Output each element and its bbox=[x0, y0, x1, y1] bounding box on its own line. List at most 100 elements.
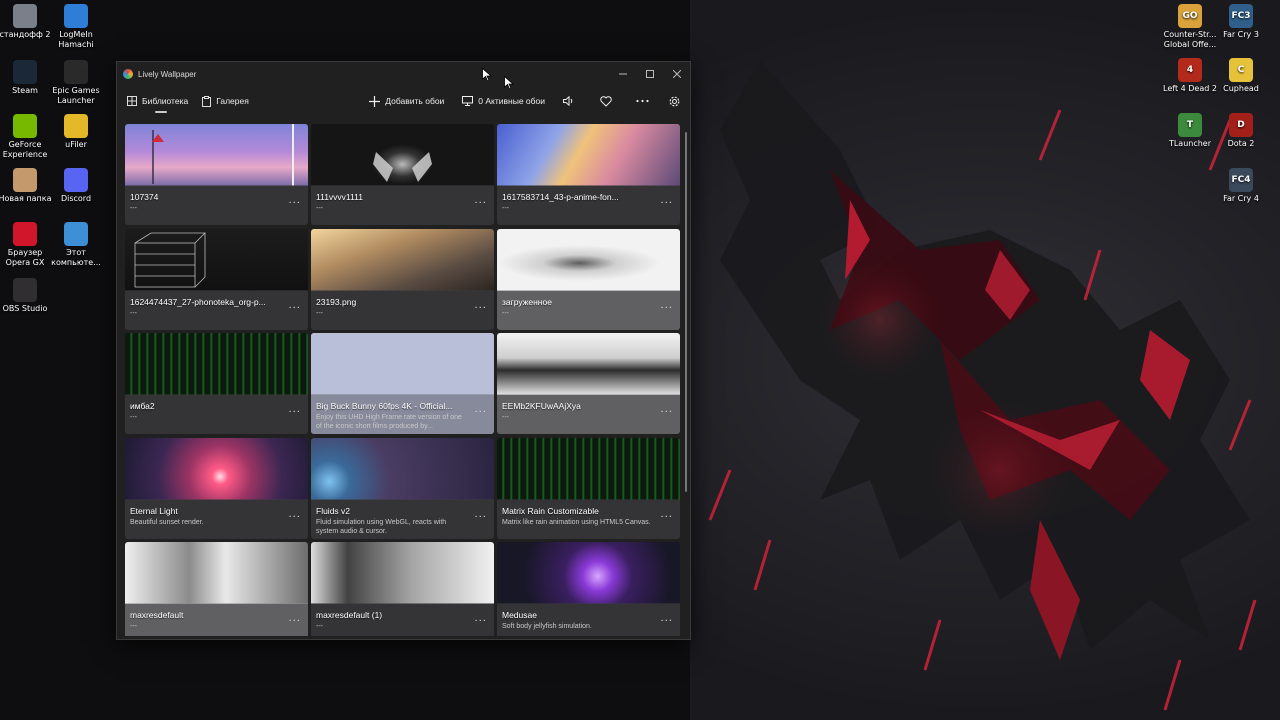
wallpaper-thumbnail bbox=[497, 124, 680, 186]
mouse-cursor-icon bbox=[482, 68, 492, 82]
cuphead-icon: C bbox=[1229, 58, 1253, 82]
card-more-button[interactable]: ··· bbox=[288, 198, 301, 209]
card-more-button[interactable]: ··· bbox=[474, 407, 487, 418]
wallpaper-description: --- bbox=[502, 414, 509, 421]
close-icon bbox=[672, 70, 681, 78]
mask-graphic bbox=[373, 152, 432, 182]
card-more-button[interactable]: ··· bbox=[288, 512, 301, 523]
recycle-bin-icon bbox=[13, 4, 37, 28]
l4d2-icon: 4 bbox=[1178, 58, 1202, 82]
card-more-button[interactable]: ··· bbox=[474, 198, 487, 209]
maximize-icon bbox=[645, 70, 654, 78]
wallpaper-thumbnail bbox=[497, 542, 680, 604]
settings-button[interactable] bbox=[669, 96, 680, 107]
wallpaper-description: Matrix like rain animation using HTML5 C… bbox=[502, 518, 651, 526]
wallpaper-title: maxresdefault bbox=[130, 610, 184, 620]
card-more-button[interactable]: ··· bbox=[474, 616, 487, 627]
wallpaper-thumbnail bbox=[497, 437, 680, 500]
more-options-button[interactable] bbox=[636, 99, 649, 103]
desktop-icon-ufiler[interactable]: uFiler bbox=[46, 114, 106, 150]
desktop-icon-cuphead[interactable]: C Cuphead bbox=[1211, 58, 1271, 94]
card-more-button[interactable]: ··· bbox=[474, 512, 487, 523]
maximize-button[interactable] bbox=[636, 62, 663, 86]
desktop-icon-label: Discord bbox=[60, 194, 92, 203]
wallpaper-title: 111vvvv1111 bbox=[316, 192, 363, 202]
desktop-icon-label: Cuphead bbox=[1223, 84, 1259, 93]
card-more-button[interactable]: ··· bbox=[660, 303, 673, 314]
minimize-button[interactable] bbox=[609, 62, 636, 86]
card-more-button[interactable]: ··· bbox=[660, 407, 673, 418]
wallpaper-thumbnail bbox=[311, 333, 494, 395]
wallpaper-description: Soft body jellyfish simulation. bbox=[502, 623, 592, 630]
wallpaper-card[interactable]: загруженное --- ··· bbox=[497, 228, 680, 330]
card-more-button[interactable]: ··· bbox=[660, 616, 673, 627]
wallpaper-title: EEMb2KFUwAAjXya bbox=[502, 401, 581, 411]
clipboard-icon bbox=[202, 95, 212, 107]
wallpaper-card[interactable]: 1624474437_27-phonoteka_org-p... --- ··· bbox=[125, 228, 308, 330]
card-more-button[interactable]: ··· bbox=[288, 407, 301, 418]
folder-icon bbox=[13, 168, 37, 192]
wallpaper-title: Eternal Light bbox=[130, 505, 178, 516]
discord-icon bbox=[64, 168, 88, 192]
wallpaper-thumbnail bbox=[125, 124, 308, 186]
desktop-icon-this-pc[interactable]: Этот компьюте... bbox=[46, 222, 106, 268]
minimize-icon bbox=[618, 73, 627, 75]
favorite-button[interactable] bbox=[600, 95, 612, 107]
window-title: Lively Wallpaper bbox=[138, 69, 197, 79]
add-wallpaper-label: Добавить обои bbox=[385, 96, 445, 106]
card-more-button[interactable]: ··· bbox=[660, 198, 673, 209]
desktop-icon-logmein[interactable]: LogMeIn Hamachi bbox=[46, 4, 106, 50]
wallpaper-card[interactable]: maxresdefault (1) --- ··· bbox=[311, 542, 494, 636]
tab-gallery[interactable]: Галерея bbox=[202, 86, 249, 116]
wallpaper-card[interactable]: 107374 --- ··· bbox=[125, 124, 308, 225]
wallpaper-card[interactable]: Medusae Soft body jellyfish simulation. ··… bbox=[497, 542, 680, 636]
wallpaper-card[interactable]: 111vvvv1111 --- ··· bbox=[311, 124, 494, 225]
wallpaper-description: --- bbox=[502, 205, 509, 212]
desktop-icon-discord[interactable]: Discord bbox=[46, 168, 106, 204]
hamachi-icon bbox=[64, 4, 88, 28]
heart-icon bbox=[600, 95, 612, 107]
wallpaper-title: Matrix Rain Customizable bbox=[502, 505, 599, 516]
wallpaper-card[interactable]: 23193.png --- ··· bbox=[311, 228, 494, 330]
card-more-button[interactable]: ··· bbox=[288, 303, 301, 314]
monitor-icon bbox=[462, 96, 474, 106]
wallpaper-title: загруженное bbox=[502, 296, 552, 307]
close-button[interactable] bbox=[663, 62, 690, 86]
gear-icon bbox=[669, 96, 680, 106]
card-more-button[interactable]: ··· bbox=[288, 616, 301, 627]
card-more-button[interactable]: ··· bbox=[660, 512, 673, 523]
wallpaper-card[interactable]: 1617583714_43-p-anime-fon... --- ··· bbox=[497, 124, 680, 225]
wallpaper-thumbnail bbox=[125, 333, 308, 395]
wallpaper-description: --- bbox=[130, 205, 137, 212]
wallpaper-title: 23193.png bbox=[316, 296, 357, 307]
wallpaper-card[interactable]: Big Buck Bunny 60fps 4K - Official... Enj… bbox=[311, 333, 494, 434]
card-more-button[interactable]: ··· bbox=[474, 303, 487, 314]
wallpaper-card[interactable]: Matrix Rain Customizable Matrix like rain… bbox=[497, 437, 680, 539]
farcry-icon: FC4 bbox=[1229, 168, 1253, 192]
desktop-icon-dota2[interactable]: D Dota 2 bbox=[1211, 113, 1271, 149]
wallpaper-description: --- bbox=[316, 309, 323, 317]
desktop-icon-farcry3[interactable]: FC3 Far Cry 3 bbox=[1211, 4, 1271, 40]
wallpaper-card[interactable]: maxresdefault --- ··· bbox=[125, 542, 308, 636]
scrollbar[interactable] bbox=[685, 132, 687, 492]
add-wallpaper-button[interactable]: Добавить обои bbox=[369, 95, 445, 107]
desktop-icon-label: Dota 2 bbox=[1227, 139, 1255, 148]
active-wallpapers-button[interactable]: 0 Активные обои bbox=[462, 96, 545, 106]
wallpaper-title: 107374 bbox=[130, 192, 159, 202]
wallpaper-card[interactable]: Fluids v2 Fluid simulation using WebGL, r… bbox=[311, 437, 494, 539]
mouse-cursor-icon bbox=[504, 76, 514, 90]
tab-library[interactable]: Библиотека bbox=[127, 86, 188, 116]
title-bar[interactable]: Lively Wallpaper bbox=[117, 62, 690, 86]
desktop-icon-label: LogMeIn Hamachi bbox=[58, 30, 94, 49]
wallpaper-title: Fluids v2 bbox=[316, 505, 351, 516]
plus-icon bbox=[369, 95, 381, 107]
desktop-icon-farcry4[interactable]: FC4 Far Cry 4 bbox=[1211, 168, 1271, 204]
wallpaper-card[interactable]: Eternal Light Beautiful sunset render. ··· bbox=[125, 437, 308, 539]
wallpaper-card[interactable]: имба2 --- ··· bbox=[125, 333, 308, 434]
speaker-icon bbox=[563, 96, 573, 106]
wallpaper-thumbnail bbox=[125, 437, 308, 500]
desktop-icon-epic[interactable]: Epic Games Launcher bbox=[46, 60, 106, 106]
wallpaper-card[interactable]: EEMb2KFUwAAjXya --- ··· bbox=[497, 333, 680, 434]
volume-button[interactable] bbox=[563, 96, 574, 106]
desktop-icon-obs[interactable]: OBS Studio bbox=[0, 278, 55, 314]
